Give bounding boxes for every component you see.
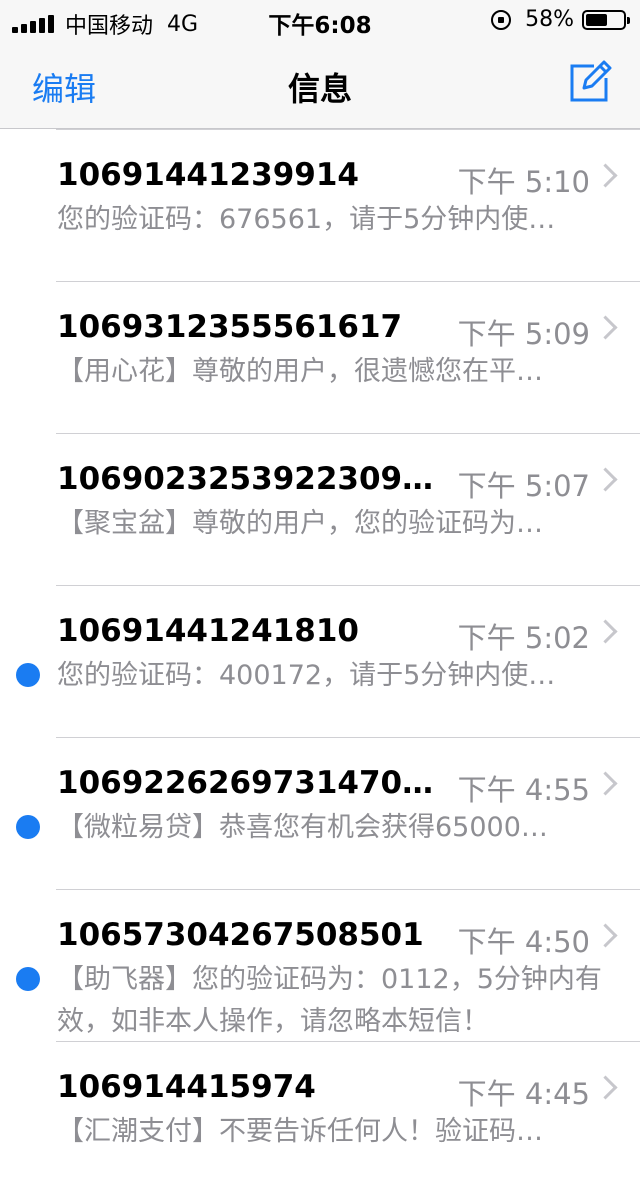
message-preview: 您的验证码：400172，请于5分钟内使… <box>57 660 556 691</box>
message-preview: 【聚宝盆】尊敬的用户，您的验证码为… <box>57 508 543 539</box>
message-time: 下午 5:02 <box>457 621 590 655</box>
unread-indicator <box>16 663 40 687</box>
chevron-right-icon <box>593 771 618 796</box>
message-time: 下午 5:10 <box>457 165 590 199</box>
message-row[interactable]: 10691441239914 下午 5:10 您的验证码：676561，请于5分… <box>0 129 640 281</box>
message-row[interactable]: 1069312355561617 下午 5:09 【用心花】尊敬的用户，很遗憾您… <box>0 281 640 433</box>
message-sender: 10691441241810 <box>57 613 359 649</box>
message-preview: 【用心花】尊敬的用户，很遗憾您在平… <box>57 356 543 387</box>
message-sender: 10657304267508501 <box>57 917 424 953</box>
message-row[interactable]: 106914415974 下午 4:45 【汇潮支付】不要告诉任何人！验证码… <box>0 1041 640 1193</box>
navigation-bar: 编辑 信息 <box>0 40 640 129</box>
compose-icon[interactable] <box>568 60 612 104</box>
unread-indicator <box>16 967 40 991</box>
row-divider <box>56 129 640 130</box>
row-divider <box>56 281 640 282</box>
message-time: 下午 4:45 <box>457 1077 590 1111</box>
chevron-right-icon <box>593 315 618 340</box>
message-time: 下午 5:09 <box>457 317 590 351</box>
row-divider <box>56 1041 640 1042</box>
message-row[interactable]: 10691441241810 下午 5:02 您的验证码：400172，请于5分… <box>0 585 640 737</box>
message-sender: 106922626973147010 <box>57 765 441 801</box>
message-row[interactable]: 10657304267508501 下午 4:50 【助飞器】您的验证码为：01… <box>0 889 640 1041</box>
chevron-right-icon <box>593 467 618 492</box>
message-sender: 106914415974 <box>57 1069 316 1105</box>
row-divider <box>56 585 640 586</box>
message-preview: 您的验证码：676561，请于5分钟内使… <box>57 204 556 235</box>
message-row[interactable]: 106902325392230910 下午 5:07 【聚宝盆】尊敬的用户，您的… <box>0 433 640 585</box>
message-preview: 【微粒易贷】恭喜您有机会获得65000… <box>57 812 548 843</box>
row-divider <box>56 433 640 434</box>
message-row[interactable]: 106922626973147010 下午 4:55 【微粒易贷】恭喜您有机会获… <box>0 737 640 889</box>
message-preview: 【助飞器】您的验证码为：0112，5分钟内有效，如非本人操作，请忽略本短信！ <box>57 964 602 1037</box>
page-title: 信息 <box>287 70 352 108</box>
row-divider <box>56 737 640 738</box>
battery-icon <box>582 9 630 30</box>
chevron-right-icon <box>593 619 618 644</box>
message-time: 下午 4:50 <box>457 925 590 959</box>
chevron-right-icon <box>593 163 618 188</box>
chevron-right-icon <box>593 923 618 948</box>
orientation-lock-icon <box>491 9 512 30</box>
message-preview: 【汇潮支付】不要告诉任何人！验证码… <box>57 1116 543 1147</box>
message-sender: 1069312355561617 <box>57 309 403 345</box>
unread-indicator <box>16 815 40 839</box>
message-time: 下午 4:55 <box>457 773 590 807</box>
message-sender: 10691441239914 <box>57 157 359 193</box>
battery-percent: 58% <box>525 7 574 32</box>
status-bar: 中国移动 4G 下午6:08 58% <box>0 0 640 40</box>
message-sender: 106902325392230910 <box>57 461 441 497</box>
message-list: 10691441239914 下午 5:10 您的验证码：676561，请于5分… <box>0 129 640 1193</box>
chevron-right-icon <box>593 1075 618 1100</box>
message-time: 下午 5:07 <box>457 469 590 503</box>
row-divider <box>56 889 640 890</box>
